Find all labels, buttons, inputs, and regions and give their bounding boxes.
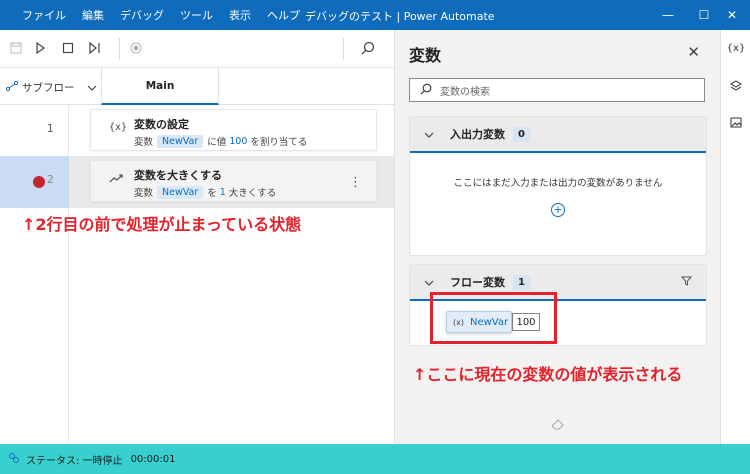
action-description: 変数 NewVar を 1 大きくする: [134, 185, 276, 199]
annotation-stopped: ↑2行目の前で処理が止まっている状態: [22, 215, 302, 234]
flow-editor: 1 {x} 変数の設定 変数 NewVar に値 100 を割り当てる 2 変数…: [0, 105, 394, 444]
section-label: フロー変数: [450, 276, 505, 289]
variable-pill: NewVar: [157, 185, 204, 199]
breakpoint-icon[interactable]: [33, 176, 45, 188]
empty-state-text: ここにはまだ入力または出力の変数がありません: [453, 178, 663, 189]
count-badge: 1: [513, 274, 530, 290]
gutter-cell[interactable]: 1: [0, 105, 69, 157]
menu-edit[interactable]: 編集: [82, 7, 104, 23]
toolbar: [0, 30, 394, 68]
menu-tools[interactable]: ツール: [180, 7, 213, 23]
menu-debug[interactable]: デバッグ: [120, 7, 164, 23]
status-bar: ステータス: 一時停止 00:00:01: [0, 444, 750, 474]
chevron-down-icon: [424, 128, 434, 141]
add-icon[interactable]: +: [551, 203, 565, 217]
io-variables-section: 入出力変数 0 ここにはまだ入力または出力の変数がありません +: [409, 116, 707, 256]
subflow-icon: [5, 80, 19, 94]
count-badge: 0: [513, 126, 530, 142]
section-label: 入出力変数: [450, 128, 505, 141]
close-window-button[interactable]: ✕: [714, 0, 750, 30]
save-icon[interactable]: [6, 38, 26, 58]
desc-prefix: 変数: [134, 188, 154, 199]
variable-pill: NewVar: [157, 134, 204, 148]
chevron-down-icon: [424, 276, 434, 289]
highlight-box: [430, 292, 557, 344]
desc-mid: を: [207, 188, 217, 199]
toolbar-divider: [119, 38, 120, 60]
search-icon[interactable]: [358, 38, 378, 58]
variable-search-input[interactable]: 変数の検索: [409, 78, 705, 102]
menu-bar: ファイル 編集 デバッグ ツール 表示 ヘルプ: [0, 0, 316, 30]
line-number: 1: [47, 123, 54, 135]
menu-view[interactable]: 表示: [229, 7, 251, 23]
trend-up-icon: [109, 173, 123, 186]
step-icon[interactable]: [85, 38, 105, 58]
annotation-value-shown: ↑ここに現在の変数の値が表示される: [413, 365, 683, 384]
window-title: デバッグのテスト | Power Automate: [305, 10, 495, 23]
desc-prefix: 変数: [134, 137, 154, 148]
record-icon[interactable]: [126, 38, 146, 58]
run-icon[interactable]: [30, 38, 50, 58]
tabs-row: サブフロー Main: [0, 68, 394, 105]
gutter-cell[interactable]: 2: [0, 156, 69, 208]
minimize-button[interactable]: —: [650, 0, 686, 30]
image-icon[interactable]: [728, 114, 744, 130]
menu-file[interactable]: ファイル: [22, 7, 66, 23]
subflow-dropdown[interactable]: サブフロー: [5, 80, 97, 95]
flow-step-row-current[interactable]: 2 変数を大きくする 変数 NewVar を 1 大きくする ⋮: [0, 156, 394, 208]
action-description: 変数 NewVar に値 100 を割り当てる: [134, 134, 307, 148]
tab-main[interactable]: Main: [101, 68, 219, 105]
action-card-set-variable[interactable]: {x} 変数の設定 変数 NewVar に値 100 を割り当てる: [90, 109, 377, 151]
desc-suffix: を割り当てる: [250, 137, 308, 148]
subflow-label: サブフロー: [22, 82, 75, 94]
more-options-icon[interactable]: ⋮: [349, 175, 362, 190]
filter-icon[interactable]: [680, 276, 693, 289]
search-placeholder: 変数の検索: [440, 86, 490, 98]
status-text: ステータス: 一時停止: [26, 455, 123, 467]
eraser-icon[interactable]: [551, 418, 565, 433]
close-icon[interactable]: ✕: [687, 43, 700, 61]
chevron-down-icon: [87, 82, 97, 94]
toolbar-divider: [343, 38, 344, 60]
desc-suffix: 大きくする: [228, 188, 277, 199]
line-number: 2: [47, 174, 54, 186]
action-title: 変数を大きくする: [134, 169, 222, 182]
status-icon: [8, 452, 20, 467]
layers-icon[interactable]: [728, 78, 744, 94]
panel-title: 変数: [409, 46, 442, 65]
io-variables-header[interactable]: 入出力変数 0: [410, 117, 706, 153]
value-token: 100: [229, 135, 248, 147]
stop-icon[interactable]: [58, 38, 78, 58]
desc-mid: に値: [207, 137, 227, 148]
value-token: 1: [219, 186, 226, 198]
variables-icon[interactable]: {x}: [727, 40, 746, 56]
flow-step-row[interactable]: 1 {x} 変数の設定 変数 NewVar に値 100 を割り当てる: [0, 105, 394, 157]
variable-icon: {x}: [109, 122, 128, 133]
menu-help[interactable]: ヘルプ: [267, 7, 300, 23]
action-card-increase-variable[interactable]: 変数を大きくする 変数 NewVar を 1 大きくする ⋮: [90, 160, 377, 202]
action-title: 変数の設定: [134, 118, 189, 131]
right-rail: {x}: [720, 30, 750, 444]
status-timer: 00:00:01: [130, 453, 176, 465]
title-bar: ファイル 編集 デバッグ ツール 表示 ヘルプ デバッグのテスト | Power…: [0, 0, 750, 30]
search-icon: [420, 83, 432, 98]
